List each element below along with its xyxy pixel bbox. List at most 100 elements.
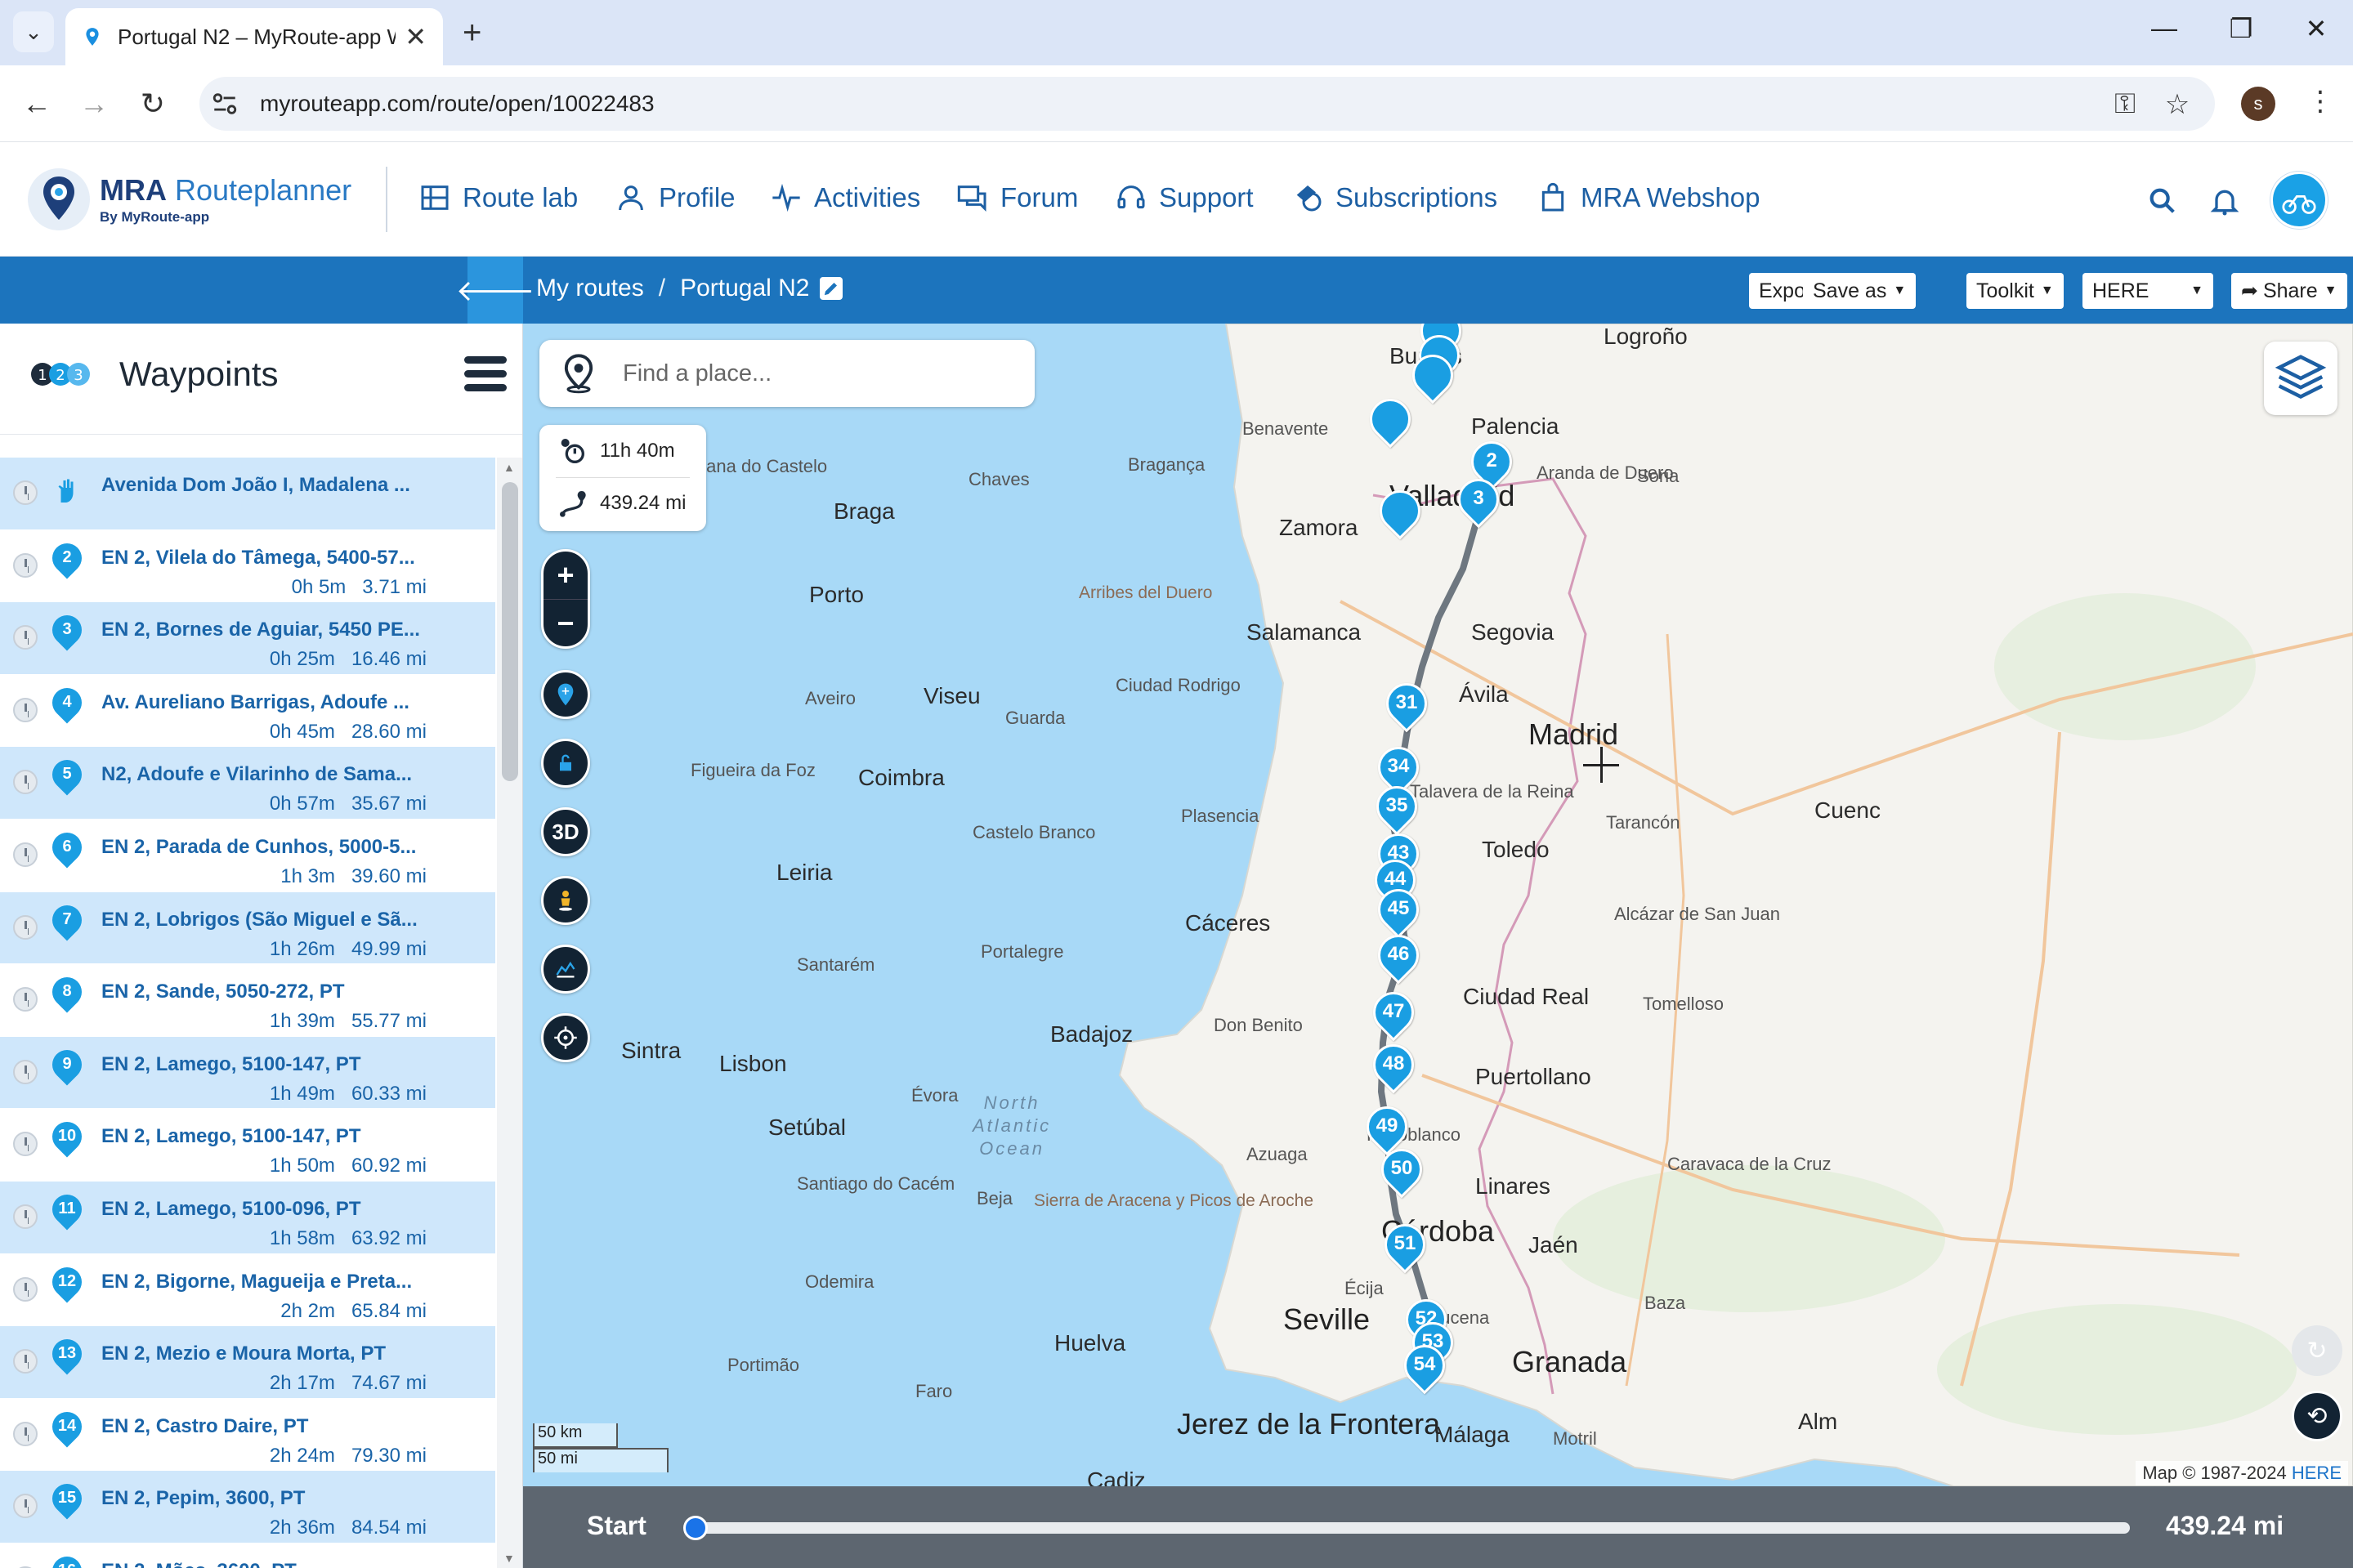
nav-forum[interactable]: Forum — [956, 181, 1078, 214]
forward-arrow-icon[interactable]: → — [74, 83, 114, 124]
route-marker[interactable]: 54 — [1395, 1336, 1454, 1396]
scroll-down-icon[interactable]: ▼ — [503, 1552, 515, 1565]
bell-icon[interactable] — [2208, 185, 2241, 217]
waypoint-row[interactable]: 16 EN 2, Mões, 3600, PT — [0, 1543, 495, 1568]
route-marker[interactable]: 50 — [1372, 1140, 1431, 1199]
route-marker-stacked[interactable] — [1403, 346, 1462, 405]
waypoint-row[interactable]: 14 EN 2, Castro Daire, PT 2h 24m 79.30 mi — [0, 1398, 495, 1472]
scroll-up-icon[interactable]: ▲ — [503, 461, 515, 474]
waypoint-row[interactable]: 10 EN 2, Lamego, 5100-147, PT 1h 50m 60.9… — [0, 1109, 495, 1182]
route-marker[interactable]: 46 — [1369, 926, 1428, 985]
waypoint-row[interactable]: 3 EN 2, Bornes de Aguiar, 5450 PE... 0h … — [0, 602, 495, 675]
nav-webshop[interactable]: MRA Webshop — [1537, 181, 1760, 214]
clock-icon[interactable] — [13, 987, 38, 1012]
playback-slider-handle[interactable] — [683, 1516, 708, 1540]
browser-tab[interactable]: Portugal N2 – MyRoute-app We ✕ — [65, 8, 443, 65]
waypoint-row[interactable]: 6 EN 2, Parada de Cunhos, 5000-5... 1h 3… — [0, 819, 495, 892]
close-window-icon[interactable]: ✕ — [2292, 13, 2341, 44]
waypoint-row[interactable]: 13 EN 2, Mezio e Moura Morta, PT 2h 17m 7… — [0, 1326, 495, 1399]
clock-icon[interactable] — [13, 1494, 38, 1519]
route-marker[interactable]: 47 — [1364, 983, 1423, 1043]
map-provider-select[interactable]: HERE ▼ — [2082, 273, 2213, 309]
toggle-3d-button[interactable]: 3D — [541, 807, 590, 856]
nav-activities[interactable]: Activities — [770, 181, 920, 214]
playback-track[interactable] — [690, 1522, 2130, 1534]
password-key-icon[interactable]: ⚿ — [2109, 88, 2141, 121]
tab-close-icon[interactable]: ✕ — [405, 21, 427, 52]
site-settings-icon[interactable] — [211, 90, 239, 118]
elevation-profile-button[interactable] — [541, 945, 590, 994]
route-marker-stacked[interactable] — [1361, 390, 1420, 449]
waypoint-row[interactable]: 12 EN 2, Bigorne, Magueija e Preta... 2h… — [0, 1253, 495, 1327]
route-marker[interactable]: 45 — [1369, 880, 1428, 940]
route-marker[interactable]: 31 — [1377, 674, 1436, 734]
route-marker[interactable]: 48 — [1364, 1035, 1423, 1095]
waypoint-row[interactable]: 7 EN 2, Lobrigos (São Miguel e Sã... 1h … — [0, 891, 495, 965]
route-marker-stacked[interactable] — [1371, 481, 1429, 541]
waypoint-row[interactable]: 2 EN 2, Vilela do Tâmega, 5400-57... 0h … — [0, 529, 495, 603]
map-layers-button[interactable] — [2264, 342, 2337, 415]
url-input[interactable]: myrouteapp.com/route/open/10022483 — [199, 77, 2215, 131]
save-as-button[interactable]: Save as ▼ — [1803, 273, 1917, 309]
route-marker[interactable]: 3 — [1449, 470, 1508, 529]
waypoint-row[interactable]: Avenida Dom João I, Madalena ... — [0, 458, 495, 530]
route-marker[interactable]: 51 — [1376, 1215, 1434, 1275]
profile-avatar[interactable]: s — [2241, 87, 2275, 121]
waypoint-row[interactable]: 9 EN 2, Lamego, 5100-147, PT 1h 49m 60.33… — [0, 1036, 495, 1110]
sidebar-scrollbar[interactable]: ▲ ▼ — [497, 458, 522, 1568]
user-avatar[interactable] — [2270, 172, 2328, 229]
clock-icon[interactable] — [13, 1421, 38, 1446]
clock-icon[interactable] — [13, 1276, 38, 1302]
search-icon[interactable] — [2146, 185, 2179, 217]
breadcrumb-my-routes[interactable]: My routes — [536, 275, 644, 302]
waypoint-pin-icon: 4 — [46, 681, 88, 727]
place-search[interactable]: Find a place... — [539, 340, 1035, 407]
clock-icon[interactable] — [13, 1059, 38, 1084]
clock-icon[interactable] — [13, 842, 38, 867]
tab-search-dropdown-icon[interactable]: ⌄ — [13, 11, 54, 52]
clock-icon[interactable] — [13, 914, 38, 940]
bookmark-star-icon[interactable]: ☆ — [2161, 88, 2194, 121]
share-button[interactable]: ➦ Share ▼ — [2231, 273, 2347, 309]
back-arrow-icon[interactable]: 🡐 — [456, 257, 535, 324]
clock-icon[interactable] — [13, 552, 38, 578]
clock-icon[interactable] — [13, 1204, 38, 1229]
minimize-icon[interactable]: — — [2140, 13, 2189, 43]
scroll-thumb[interactable] — [502, 482, 518, 781]
redo-icon[interactable]: ↻ — [2292, 1325, 2342, 1376]
nav-profile[interactable]: Profile — [615, 181, 736, 214]
waypoint-row[interactable]: 11 EN 2, Lamego, 5100-096, PT 1h 58m 63.9… — [0, 1181, 495, 1254]
zoom-out-button[interactable]: − — [544, 599, 588, 646]
street-view-button[interactable] — [541, 876, 590, 925]
clock-icon[interactable] — [13, 1132, 38, 1157]
nav-subscriptions[interactable]: Subscriptions — [1291, 181, 1497, 214]
nav-support[interactable]: Support — [1115, 181, 1254, 214]
locate-me-button[interactable] — [541, 1013, 590, 1062]
clock-icon[interactable] — [13, 1349, 38, 1374]
route-marker[interactable]: 35 — [1367, 777, 1426, 837]
hamburger-menu-icon[interactable] — [464, 356, 507, 395]
here-link[interactable]: HERE — [2292, 1463, 2342, 1483]
clock-icon[interactable] — [13, 480, 38, 505]
reset-rotation-icon[interactable]: ⟲ — [2292, 1391, 2342, 1441]
waypoint-row[interactable]: 8 EN 2, Sande, 5050-272, PT 1h 39m 55.77 … — [0, 964, 495, 1037]
reload-icon[interactable]: ↻ — [132, 83, 173, 124]
waypoint-row[interactable]: 5 N2, Adoufe e Vilarinho de Sama... 0h 5… — [0, 747, 495, 820]
clock-icon[interactable] — [13, 770, 38, 795]
waypoint-row[interactable]: 4 Av. Aureliano Barrigas, Adoufe ... 0h … — [0, 674, 495, 748]
clock-icon[interactable] — [13, 697, 38, 722]
nav-route-lab[interactable]: Route lab — [418, 181, 578, 214]
zoom-in-button[interactable]: + — [544, 552, 588, 599]
clock-icon[interactable] — [13, 625, 38, 650]
mra-logo[interactable]: MRA Routeplanner By MyRoute-app — [25, 165, 351, 234]
edit-pencil-icon[interactable] — [819, 277, 843, 300]
toolkit-button[interactable]: Toolkit ▼ — [1966, 273, 2064, 309]
browser-menu-icon[interactable]: ⋮ — [2306, 85, 2334, 118]
route-map[interactable]: VigoOrenseViana do CasteloBragaChavesBra… — [523, 324, 2353, 1486]
restore-icon[interactable]: ❐ — [2217, 13, 2266, 44]
new-tab-icon[interactable]: + — [463, 15, 481, 51]
waypoint-row[interactable]: 15 EN 2, Pepim, 3600, PT 2h 36m 84.54 mi — [0, 1471, 495, 1543]
add-poi-button[interactable]: + — [541, 670, 590, 719]
back-arrow-icon[interactable]: ← — [16, 83, 57, 124]
lock-toggle-button[interactable] — [541, 739, 590, 788]
